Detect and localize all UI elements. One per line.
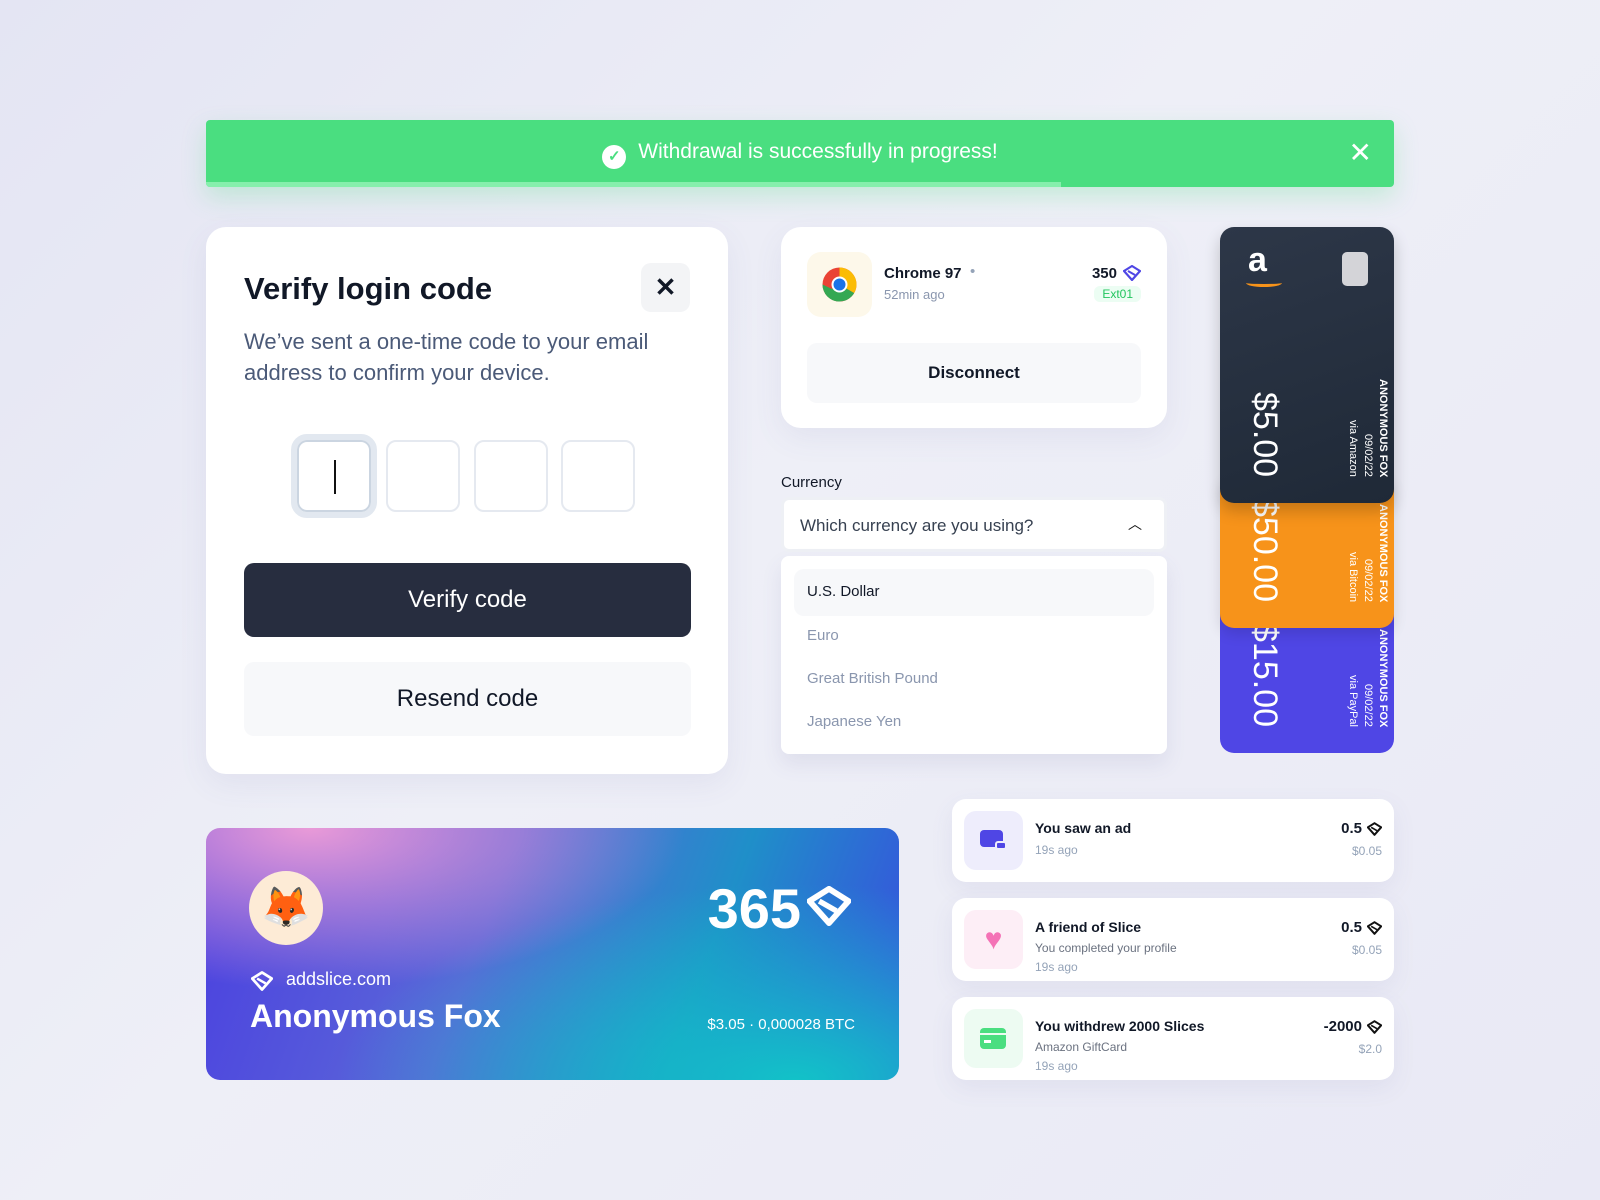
giftcard-amazon[interactable]: a $5.00 ANONYMOUS FOX 09/02/22 via Amazon bbox=[1220, 227, 1394, 503]
close-icon[interactable]: ✕ bbox=[1349, 136, 1372, 169]
giftcard-amount: $5.00 bbox=[1246, 391, 1284, 477]
activity-usd: $2.0 bbox=[1358, 1042, 1382, 1056]
code-input-1[interactable] bbox=[291, 434, 377, 518]
giftcard-meta: ANONYMOUS FOX 09/02/22 via PayPal bbox=[1345, 629, 1390, 727]
activity-title: You saw an ad bbox=[1035, 820, 1132, 836]
option-gbp[interactable]: Great British Pound bbox=[807, 670, 938, 687]
code-input-3[interactable] bbox=[474, 440, 548, 512]
ad-icon bbox=[964, 811, 1023, 870]
giftcard-meta: ANONYMOUS FOX 09/02/22 via Amazon bbox=[1345, 379, 1390, 477]
avatar: 🦊 bbox=[249, 871, 323, 945]
toast-message-row: ✓ Withdrawal is successfully in progress! bbox=[206, 140, 1394, 169]
resend-code-button[interactable]: Resend code bbox=[244, 662, 691, 736]
activity-item[interactable]: You saw an ad 19s ago 0.5 $0.05 bbox=[952, 799, 1394, 882]
currency-select[interactable]: Which currency are you using? ︿ bbox=[781, 497, 1167, 552]
success-toast: ✓ Withdrawal is successfully in progress!… bbox=[206, 120, 1394, 187]
giftcard-date: 09/02/22 bbox=[1362, 684, 1374, 727]
activity-item[interactable]: You withdrew 2000 Slices Amazon GiftCard… bbox=[952, 997, 1394, 1080]
chevron-up-icon: ︿ bbox=[1128, 516, 1142, 532]
option-us-dollar[interactable]: U.S. Dollar bbox=[807, 583, 880, 600]
giftcard-amount: $15.00 bbox=[1246, 623, 1284, 727]
close-icon: ✕ bbox=[654, 272, 677, 302]
check-circle-icon: ✓ bbox=[602, 145, 627, 169]
activity-item[interactable]: ♥ A friend of Slice You completed your p… bbox=[952, 898, 1394, 981]
slice-icon bbox=[251, 971, 273, 991]
currency-label: Currency bbox=[781, 474, 842, 491]
activity-time: 19s ago bbox=[1035, 1059, 1078, 1073]
option-yen[interactable]: Japanese Yen bbox=[807, 713, 901, 730]
amazon-smile-icon bbox=[1246, 279, 1282, 287]
slice-icon bbox=[1367, 1020, 1382, 1034]
chrome-icon bbox=[807, 252, 872, 317]
credit-card-icon bbox=[964, 1009, 1023, 1068]
profile-points: 365 bbox=[707, 877, 801, 940]
profile-name: Anonymous Fox bbox=[250, 998, 501, 1034]
giftcard-name: ANONYMOUS FOX bbox=[1377, 503, 1389, 602]
giftcard-via: via Bitcoin bbox=[1347, 551, 1359, 602]
profile-site-link[interactable]: addslice.com bbox=[286, 969, 391, 990]
extension-badge: Ext01 bbox=[1094, 286, 1141, 302]
giftcard-date: 09/02/22 bbox=[1362, 434, 1374, 477]
activity-detail: Amazon GiftCard bbox=[1035, 1040, 1128, 1054]
verify-subtitle: We’ve sent a one-time code to your email… bbox=[244, 329, 649, 385]
activity-usd: $0.05 bbox=[1351, 943, 1382, 957]
giftcard-via: via Amazon bbox=[1347, 420, 1359, 477]
giftcard-amount: $50.00 bbox=[1246, 498, 1284, 602]
session-card: Chrome 97 • 52min ago 350 Ext01 Disconne… bbox=[781, 227, 1167, 428]
browser-name: Chrome 97 bbox=[884, 265, 962, 282]
toast-progress-bar bbox=[206, 182, 1062, 187]
activity-title: You withdrew 2000 Slices bbox=[1035, 1018, 1205, 1034]
page-title: Verify login code bbox=[244, 271, 493, 306]
session-points: 350 bbox=[1091, 265, 1117, 282]
currency-dropdown: U.S. Dollar Euro Great British Pound Jap… bbox=[781, 556, 1167, 754]
profile-card: 🦊 365 addslice.com Anonymous Fox $3.05 ·… bbox=[206, 828, 899, 1080]
activity-value: 0.5 bbox=[1341, 919, 1362, 936]
activity-title: A friend of Slice bbox=[1035, 919, 1142, 935]
giftcard-meta: ANONYMOUS FOX 09/02/22 via Bitcoin bbox=[1345, 504, 1390, 602]
session-time: 52min ago bbox=[884, 287, 945, 302]
heart-icon: ♥ bbox=[964, 910, 1023, 969]
giftcard-name: ANONYMOUS FOX bbox=[1377, 628, 1389, 727]
activity-time: 19s ago bbox=[1035, 960, 1078, 974]
code-input-4[interactable] bbox=[561, 440, 635, 512]
amazon-logo: a bbox=[1248, 241, 1267, 279]
activity-value: 0.5 bbox=[1341, 820, 1362, 837]
apple-icon: • bbox=[970, 263, 976, 280]
toast-message: Withdrawal is successfully in progress! bbox=[638, 140, 998, 163]
text-cursor bbox=[334, 460, 336, 494]
activity-time: 19s ago bbox=[1035, 843, 1078, 857]
giftcard-date: 09/02/22 bbox=[1362, 559, 1374, 602]
slice-icon bbox=[1367, 921, 1382, 935]
activity-usd: $0.05 bbox=[1351, 844, 1382, 858]
profile-balance: $3.05 · 0,000028 BTC bbox=[707, 1016, 855, 1033]
currency-placeholder: Which currency are you using? bbox=[800, 516, 1034, 535]
giftcard-via: via PayPal bbox=[1347, 675, 1359, 727]
disconnect-button[interactable]: Disconnect bbox=[807, 343, 1141, 403]
verify-code-button[interactable]: Verify code bbox=[244, 563, 691, 637]
code-input-2[interactable] bbox=[386, 440, 460, 512]
slice-icon bbox=[807, 886, 851, 926]
slice-icon bbox=[1123, 265, 1141, 281]
activity-value: -2000 bbox=[1323, 1018, 1362, 1035]
option-euro[interactable]: Euro bbox=[807, 627, 839, 644]
giftcard-name: ANONYMOUS FOX bbox=[1377, 378, 1389, 477]
close-button[interactable]: ✕ bbox=[641, 263, 690, 312]
chip-icon bbox=[1342, 252, 1368, 286]
activity-detail: You completed your profile bbox=[1035, 941, 1177, 955]
slice-icon bbox=[1367, 822, 1382, 836]
